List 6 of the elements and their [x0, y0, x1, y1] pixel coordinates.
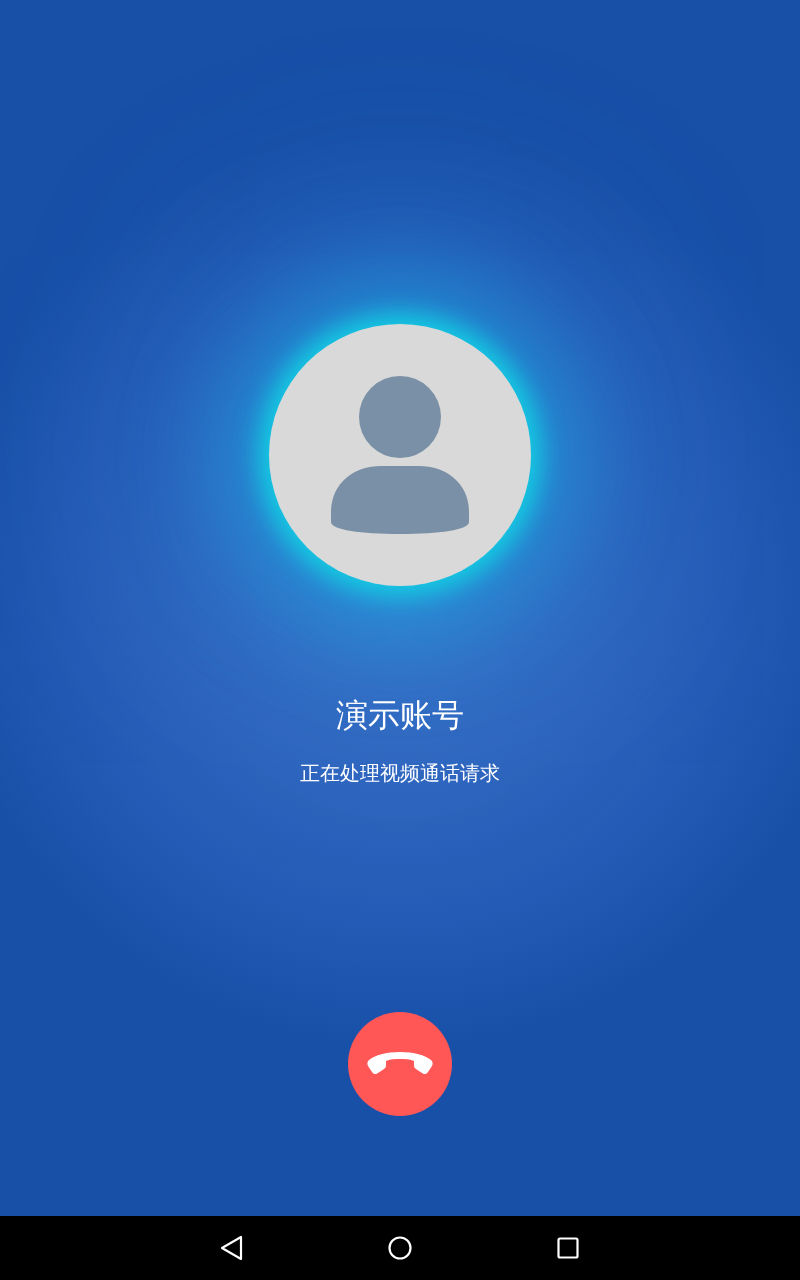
back-icon — [220, 1235, 244, 1261]
recents-icon — [557, 1237, 579, 1259]
person-icon — [331, 375, 469, 535]
call-status: 正在处理视频通话请求 — [300, 761, 500, 785]
home-icon — [388, 1236, 412, 1260]
contact-name: 演示账号 — [336, 695, 464, 735]
